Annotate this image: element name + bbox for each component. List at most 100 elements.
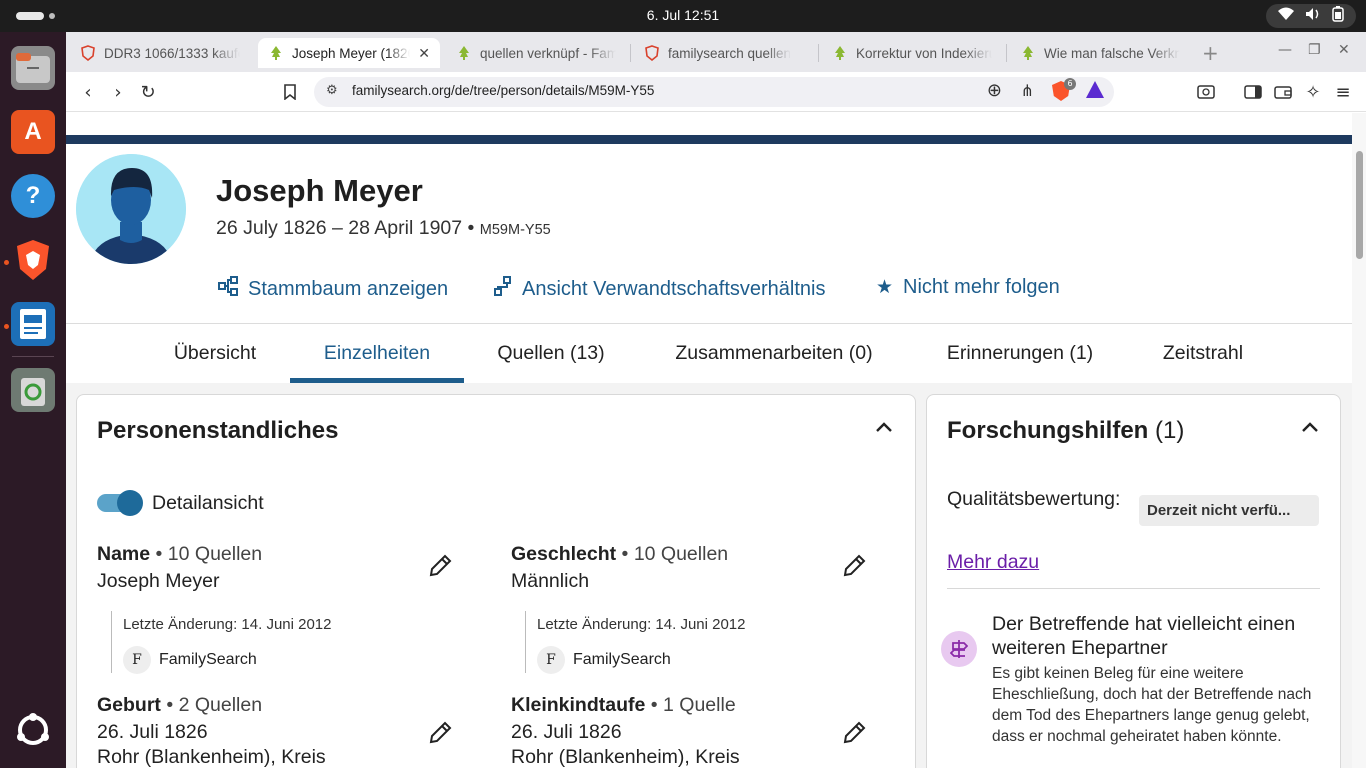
- vital-label-text: Geschlecht: [511, 543, 617, 565]
- tab-memories[interactable]: Erinnerungen (1): [930, 324, 1110, 383]
- vital-source-count[interactable]: • 10 Quellen: [150, 543, 263, 565]
- browser-tab-4[interactable]: familysearch quellen: [634, 38, 814, 68]
- tab-separator: [630, 44, 631, 62]
- research-hint-text: Es gibt keinen Beleg für eine weitere Eh…: [992, 665, 1312, 745]
- research-count: (1): [1155, 417, 1185, 444]
- scrollbar-thumb[interactable]: [1356, 151, 1363, 259]
- back-icon[interactable]: ‹: [76, 80, 100, 104]
- relationship-icon: [494, 276, 512, 302]
- tab-timeline[interactable]: Zeitstrahl: [1148, 324, 1258, 383]
- detail-view-label: Detailansicht: [152, 492, 264, 514]
- browser-tab-5[interactable]: Korrektur von Indexierung: [822, 38, 1002, 68]
- reader-mode-icon[interactable]: [1194, 80, 1218, 104]
- edit-pencil-icon[interactable]: [841, 720, 867, 752]
- edit-pencil-icon[interactable]: [427, 720, 453, 752]
- vital-source-count[interactable]: • 1 Quelle: [645, 694, 736, 716]
- tab-sources[interactable]: Quellen (13): [480, 324, 622, 383]
- vital-label-text: Kleinkindtaufe: [511, 694, 646, 716]
- vital-source-count[interactable]: • 10 Quellen: [616, 543, 729, 565]
- page-scrollbar[interactable]: [1352, 113, 1366, 768]
- relationship-label: Ansicht Verwandtschaftsverhältnis: [522, 277, 826, 300]
- dock: A ?: [0, 32, 66, 768]
- last-changed: Letzte Änderung: 14. Juni 2012: [537, 616, 746, 633]
- bookmark-icon[interactable]: [278, 80, 302, 104]
- system-clock[interactable]: 6. Jul 12:51: [0, 7, 1366, 23]
- running-indicator: [4, 324, 9, 329]
- wallet-icon[interactable]: [1271, 80, 1295, 104]
- sidebar-icon[interactable]: [1241, 80, 1265, 104]
- app-center-icon[interactable]: A: [11, 110, 55, 154]
- help-icon[interactable]: ?: [11, 174, 55, 218]
- last-changed: Letzte Änderung: 14. Juni 2012: [123, 616, 332, 633]
- familysearch-tree-icon: [832, 45, 848, 61]
- christening-vital: Kleinkindtaufe • 1 Quelle 26. Juli 1826 …: [511, 694, 901, 768]
- research-helps-title: Forschungshilfen (1): [947, 417, 1184, 445]
- forward-icon[interactable]: ›: [106, 80, 130, 104]
- research-hint-title[interactable]: Der Betreffende hat vielleicht einen wei…: [992, 612, 1332, 660]
- minimize-icon[interactable]: —: [1278, 42, 1292, 58]
- person-avatar[interactable]: [76, 154, 186, 264]
- contributor[interactable]: F FamilySearch: [537, 646, 746, 674]
- brave-shield-icon: [644, 45, 660, 61]
- edit-pencil-icon[interactable]: [841, 553, 867, 585]
- leo-ai-icon[interactable]: ✧: [1301, 80, 1325, 104]
- url-text[interactable]: familysearch.org/de/tree/person/details/…: [352, 83, 654, 98]
- system-tray[interactable]: [1266, 4, 1356, 28]
- learn-more-link[interactable]: Mehr dazu: [947, 551, 1039, 574]
- browser-tab-6[interactable]: Wie man falsche Verknüpfungen: [1010, 38, 1190, 68]
- person-name: Joseph Meyer: [216, 173, 423, 208]
- tab-collaborate[interactable]: Zusammenarbeiten (0): [660, 324, 888, 383]
- gender-vital: Geschlecht • 10 Quellen Männlich Letzte …: [511, 543, 901, 683]
- trash-icon[interactable]: [11, 368, 55, 412]
- files-icon[interactable]: [11, 46, 55, 90]
- name-vital: Name • 10 Quellen Joseph Meyer Letzte Än…: [97, 543, 487, 683]
- address-bar[interactable]: ⚙ familysearch.org/de/tree/person/detail…: [314, 77, 1114, 107]
- maximize-icon[interactable]: ❐: [1308, 42, 1321, 58]
- collapse-chevron-icon[interactable]: [1301, 417, 1319, 438]
- tab-details[interactable]: Einzelheiten: [290, 324, 464, 383]
- show-apps-icon[interactable]: [11, 708, 55, 752]
- contributor[interactable]: F FamilySearch: [123, 646, 332, 674]
- quality-score-label: Qualitätsbewertung:: [947, 488, 1121, 510]
- shields-count-badge: 6: [1064, 78, 1076, 90]
- share-icon[interactable]: ⋔: [1021, 81, 1034, 100]
- brave-rewards-icon[interactable]: [1086, 81, 1104, 98]
- contributor-avatar: F: [123, 646, 151, 674]
- browser-tab-3[interactable]: quellen verknüpf - FamilySearch: [446, 38, 626, 68]
- tab-separator: [1006, 44, 1007, 62]
- zoom-icon[interactable]: ⊕: [987, 80, 1002, 101]
- unfollow-button[interactable]: ★ Nicht mehr folgen: [876, 276, 1060, 299]
- brave-browser-icon[interactable]: [11, 238, 55, 282]
- detail-view-toggle[interactable]: [97, 490, 143, 516]
- person-id[interactable]: M59M-Y55: [480, 222, 551, 238]
- vital-source-count[interactable]: • 2 Quellen: [161, 694, 262, 716]
- relationship-view-link[interactable]: Ansicht Verwandtschaftsverhältnis: [494, 276, 826, 302]
- reload-icon[interactable]: ↻: [136, 80, 160, 104]
- menu-icon[interactable]: ≡: [1331, 80, 1355, 104]
- familysearch-tree-icon: [268, 45, 284, 61]
- writer-icon[interactable]: [11, 302, 55, 346]
- toggle-knob: [117, 490, 143, 516]
- person-header: Joseph Meyer 26 July 1826 – 28 April 190…: [66, 144, 1352, 324]
- site-nav-strip: [66, 113, 1352, 135]
- close-tab-icon[interactable]: ✕: [418, 45, 430, 62]
- vital-label-text: Name: [97, 543, 151, 565]
- contributor-name: FamilySearch: [573, 651, 671, 668]
- tab-separator: [818, 44, 819, 62]
- close-window-icon[interactable]: ✕: [1338, 42, 1350, 58]
- page-content: Joseph Meyer 26 July 1826 – 28 April 190…: [66, 113, 1352, 768]
- view-tree-link[interactable]: Stammbaum anzeigen: [218, 276, 448, 302]
- system-top-bar: 6. Jul 12:51: [0, 0, 1366, 32]
- collapse-chevron-icon[interactable]: [875, 417, 893, 438]
- new-tab-button[interactable]: +: [1202, 41, 1219, 65]
- tab-title: quellen verknüpf - FamilySearch: [480, 45, 616, 61]
- battery-icon: [1332, 6, 1345, 26]
- site-settings-icon[interactable]: ⚙: [326, 83, 338, 98]
- tab-overview[interactable]: Übersicht: [160, 324, 270, 383]
- pid-separator: •: [462, 217, 480, 239]
- lifespan-dates: 26 July 1826 – 28 April 1907: [216, 217, 463, 239]
- browser-tab-1[interactable]: DDR3 1066/1333 kaufen: [70, 38, 250, 68]
- research-title-text: Forschungshilfen: [947, 417, 1149, 444]
- edit-pencil-icon[interactable]: [427, 553, 453, 585]
- browser-tab-2[interactable]: Joseph Meyer (1826–1907) ✕: [258, 38, 440, 68]
